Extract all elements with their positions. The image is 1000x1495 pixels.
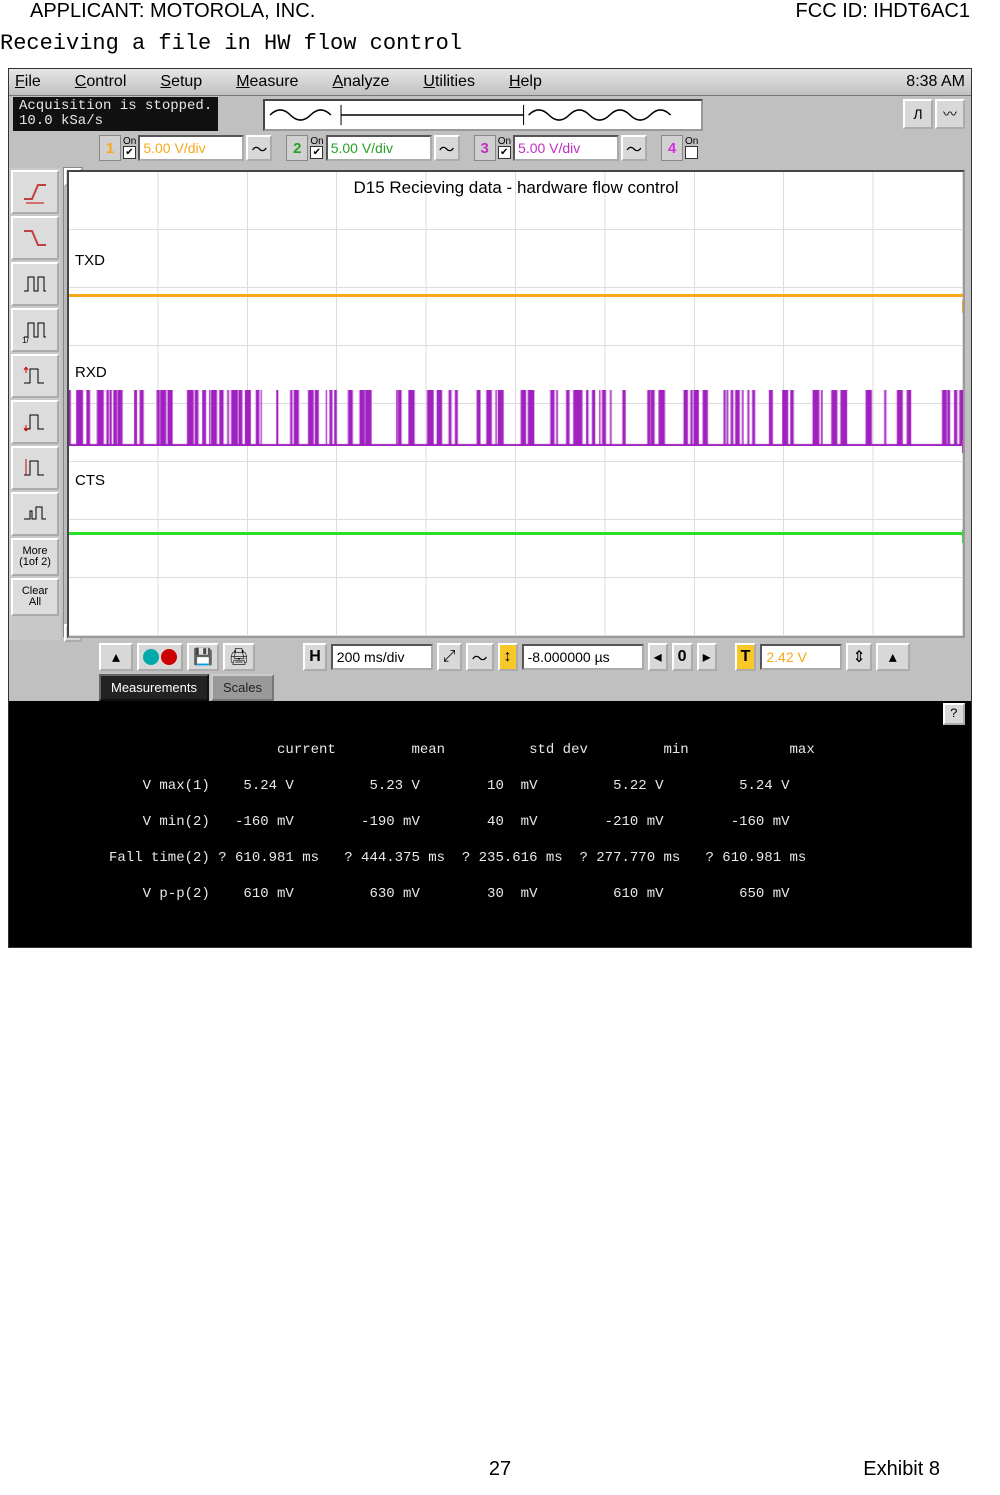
tool-amplitude-up[interactable] [11,354,59,398]
ch2-badge[interactable]: 2 [286,135,308,161]
tool-edge-fall[interactable] [11,216,59,260]
ch1-vdiv[interactable]: 5.00 V/div [138,135,244,161]
status-line1: Acquisition is stopped. [19,99,212,114]
meas-row-1: V max(1) 5.24 V 5.23 V 10 mV 5.22 V 5.24… [109,777,961,795]
time-offset[interactable]: -8.000000 µs [522,644,644,670]
run-stop[interactable] [137,643,183,671]
measurements-panel: ? current mean std dev min max V max(1) … [9,701,971,947]
tool-pulse-width[interactable] [11,262,59,306]
applicant-label: APPLICANT: MOTOROLA, INC. [30,0,315,23]
tab-measurements[interactable]: Measurements [99,674,209,701]
svg-text:1/: 1/ [22,336,29,343]
display-title: D15 Recieving data - hardware flow contr… [69,178,963,198]
tab-scales[interactable]: Scales [211,674,274,701]
wave-icon-btn[interactable]: 〰 [935,99,965,129]
waveform-overview[interactable] [263,99,703,131]
ch1-checkbox[interactable]: ✔ [123,146,136,159]
trigger-level[interactable]: 2.42 V [760,644,842,670]
doc-subtitle: Receiving a file in HW flow control [0,23,1000,66]
ch3-coupling[interactable]: 〜 [621,135,647,161]
wave-icon [265,101,701,129]
nav-right[interactable]: ▸ [697,643,717,671]
ch3-checkbox[interactable]: ✔ [498,146,511,159]
print-icon[interactable]: 🖨 [223,643,255,671]
zoom-btn[interactable]: ⤢ [437,643,462,671]
menu-measure[interactable]: Measure [236,73,298,91]
ch1-coupling[interactable]: 〜 [246,135,272,161]
tool-pkpk[interactable] [11,446,59,490]
label-cts: CTS [75,472,105,489]
meas-row-3: Fall time(2) ? 610.981 ms ? 444.375 ms ?… [109,849,961,867]
oscilloscope-window: File Control Setup Measure Analyze Utili… [8,68,972,948]
tool-period[interactable]: 1/ [11,308,59,352]
ch4-badge[interactable]: 4 [661,135,683,161]
ch3-badge[interactable]: 3 [474,135,496,161]
meas-row-2: V min(2) -160 mV -190 mV 40 mV -210 mV -… [109,813,961,831]
channel-2: 2 On✔ 5.00 V/div 〜 [286,135,459,161]
page-number: 27 [489,1458,511,1481]
status-line2: 10.0 kSa/s [19,114,212,129]
ch1-marker: ↰1 [962,300,965,313]
meas-header: current mean std dev min max [109,741,961,759]
tool-glitch[interactable] [11,492,59,536]
channel-3: 3 On✔ 5.00 V/div 〜 [474,135,647,161]
waveform-display[interactable]: D15 Recieving data - hardware flow contr… [67,170,965,638]
menu-bar: File Control Setup Measure Analyze Utili… [9,69,971,96]
meas-row-4: V p-p(2) 610 mV 630 mV 30 mV 610 mV 650 … [109,885,961,903]
ch2-coupling[interactable]: 〜 [434,135,460,161]
menu-analyze[interactable]: Analyze [332,73,389,91]
tool-sidebar: 1/ More (1of 2) Clear All [9,168,61,640]
offset-marker[interactable]: ↕ [498,643,518,671]
ch4-checkbox[interactable] [685,146,698,159]
channel-4: 4 On [661,135,698,161]
h-label: H [303,643,327,671]
trigger-stepper[interactable]: ⇕ [846,643,871,671]
menu-utilities[interactable]: Utilities [423,73,475,91]
menu-control[interactable]: Control [75,73,127,91]
tool-amplitude-down[interactable] [11,400,59,444]
trigger-marker: ← T [956,287,965,299]
nav-left[interactable]: ◂ [648,643,668,671]
tool-edge-rise[interactable] [11,170,59,214]
menu-help[interactable]: Help [509,73,542,91]
pulse-icon[interactable]: Л [903,99,933,129]
clock: 8:38 AM [906,73,965,91]
ch3-vdiv[interactable]: 5.00 V/div [513,135,619,161]
ch2-checkbox[interactable]: ✔ [310,146,323,159]
nav-zero[interactable]: 0 [672,643,693,671]
status-box: Acquisition is stopped. 10.0 kSa/s [13,97,218,131]
fcc-id: FCC ID: IHDT6AC1 [796,0,970,23]
time-div[interactable]: 200 ms/div [331,644,433,670]
ch2-marker: ↰2 [962,530,965,543]
help-icon[interactable]: ? [943,703,965,725]
channel-row: 1 On✔ 5.00 V/div 〜 2 On✔ 5.00 V/div 〜 3 … [99,133,965,163]
ch3-marker: ↰3 [962,440,965,453]
ch1-badge[interactable]: 1 [99,135,121,161]
label-txd: TXD [75,252,105,269]
trace-txd [69,294,963,297]
save-icon[interactable]: 💾 [187,643,219,671]
coupling-btn[interactable]: 〜 [466,643,494,671]
horizontal-controls: ▴ 💾 🖨 H 200 ms/div ⤢ 〜 ↕ -8.000000 µs ◂ … [9,640,971,674]
ch2-vdiv[interactable]: 5.00 V/div [326,135,432,161]
label-rxd: RXD [75,364,107,381]
exhibit-label: Exhibit 8 [863,1458,940,1481]
more-button[interactable]: More (1of 2) [11,538,59,576]
menu-file[interactable]: File [15,73,41,91]
scroll-left[interactable]: ▴ [99,643,133,671]
trace-cts [69,532,963,535]
channel-1: 1 On✔ 5.00 V/div 〜 [99,135,272,161]
scroll-right[interactable]: ▴ [876,643,910,671]
clear-all-button[interactable]: Clear All [11,578,59,616]
trace-rxd [69,390,963,446]
menu-setup[interactable]: Setup [160,73,202,91]
trigger-label: T [735,643,757,671]
tabs: Measurements Scales [9,674,971,701]
